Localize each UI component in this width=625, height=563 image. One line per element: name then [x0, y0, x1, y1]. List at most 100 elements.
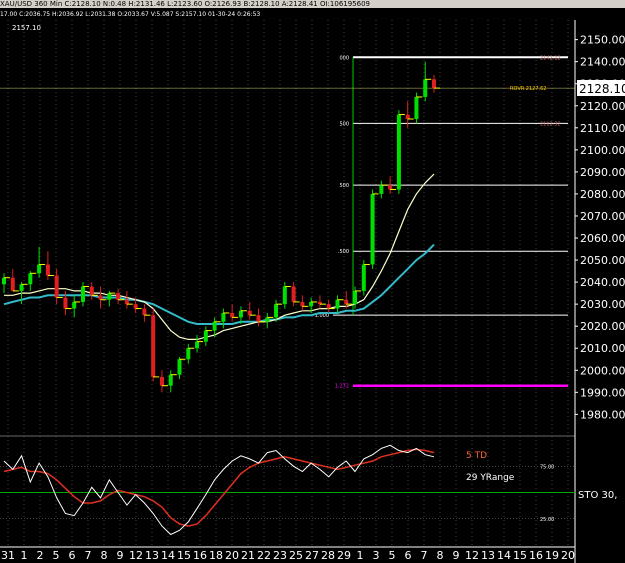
price-tick-label: 2140.00 — [580, 56, 625, 69]
candle-body — [72, 301, 77, 309]
window-subtitle: 17.00 C:2036.75 H:2036.92 L:2031.38 O:20… — [0, 11, 260, 18]
fib-label: .500 — [338, 249, 349, 255]
candle-body — [54, 275, 59, 298]
candle-body — [414, 96, 419, 119]
candle-body — [423, 79, 428, 97]
candle-body — [133, 304, 138, 309]
candle-body — [379, 185, 384, 194]
date-tick-label: 5 — [389, 549, 396, 562]
price-tick-label: 2120.00 — [580, 100, 625, 113]
date-tick-label: 6 — [405, 549, 412, 562]
price-tick-label: 2020.00 — [580, 320, 625, 333]
date-tick-label: 20 — [561, 549, 575, 562]
price-tick-label: 2080.00 — [580, 188, 625, 201]
date-tick-label: 15 — [177, 549, 191, 562]
candle-body — [28, 273, 33, 285]
date-tick-label: 2 — [37, 549, 44, 562]
candle-body — [274, 304, 279, 318]
candle-body — [335, 299, 340, 309]
candle-body — [265, 317, 270, 322]
price-tick-label: 1980.00 — [580, 408, 625, 421]
date-tick-label: 9 — [453, 549, 460, 562]
candle-body — [388, 185, 393, 190]
candle-body — [116, 293, 121, 300]
last-price-label: 2128.10 — [579, 82, 625, 96]
price-tick-label: 2110.00 — [580, 122, 625, 135]
date-tick-label: 8 — [101, 549, 108, 562]
candle-body — [63, 297, 68, 309]
fib-label: 000 — [339, 55, 349, 61]
date-tick-label: 16 — [193, 549, 207, 562]
candle-body — [151, 315, 156, 377]
candle-body — [212, 321, 217, 331]
candle-body — [344, 299, 349, 305]
candle-body — [353, 290, 358, 305]
price-tick-label: 2100.00 — [580, 144, 625, 157]
date-tick-label: 22 — [257, 549, 271, 562]
date-tick-label: 1 — [357, 549, 364, 562]
date-tick-label: 27 — [305, 549, 319, 562]
price-annotation: 2112.32 — [540, 121, 561, 127]
date-tick-label: 14 — [497, 549, 511, 562]
price-tick-label: 2000.00 — [580, 364, 625, 377]
fib-label: 500 — [339, 183, 349, 189]
candle-body — [396, 114, 401, 190]
stoch-indicator-label: STO 30, — [578, 490, 617, 501]
date-tick-label: 18 — [209, 549, 223, 562]
price-tick-label: 2050.00 — [580, 254, 625, 267]
candle-body — [186, 348, 191, 360]
candle-body — [45, 264, 50, 276]
candle-body — [2, 277, 6, 285]
candle-body — [195, 341, 200, 349]
date-tick-label: 5 — [53, 549, 60, 562]
date-tick-label: 13 — [481, 549, 495, 562]
candle-body — [247, 310, 252, 316]
stoch-band-label: 75.00 — [540, 464, 554, 470]
candle-body — [10, 277, 15, 291]
candle-body — [37, 264, 42, 274]
candle-body — [80, 286, 85, 302]
candle-body — [177, 359, 182, 375]
date-tick-label: 15 — [513, 549, 527, 562]
date-tick-label: 9 — [117, 549, 124, 562]
date-tick-label: 1 — [21, 549, 28, 562]
candle-body — [309, 301, 314, 307]
stoch-label-td: 5 TD — [466, 451, 487, 461]
candle-body — [361, 264, 366, 291]
date-tick-label: 7 — [421, 549, 428, 562]
candle-body — [405, 114, 410, 119]
chart-canvas: 000500500.5001.0001.272ROVR 2127.622112.… — [0, 0, 625, 563]
price-tick-label: 2040.00 — [580, 276, 625, 289]
candle-body — [291, 286, 296, 302]
candle-body — [107, 293, 112, 300]
candle-body — [282, 286, 287, 305]
price-tick-label: 2090.00 — [580, 166, 625, 179]
price-tick-label: 2150.00 — [580, 34, 625, 47]
price-tick-label: 2030.00 — [580, 298, 625, 311]
candle-body — [98, 295, 103, 300]
date-tick-label: 21 — [241, 549, 255, 562]
date-tick-label: 14 — [161, 549, 175, 562]
fib-label: 500 — [339, 121, 349, 127]
price-annotation: 2142.12 — [540, 55, 561, 61]
date-tick-label: 16 — [529, 549, 543, 562]
top-price-label: 2157.10 — [12, 24, 41, 32]
date-tick-label: 25 — [289, 549, 303, 562]
date-tick-label: 7 — [85, 549, 92, 562]
candle-body — [300, 301, 305, 307]
candle-body — [19, 284, 24, 291]
candle-body — [432, 79, 436, 89]
price-tick-label: 2010.00 — [580, 342, 625, 355]
date-tick-label: 20 — [225, 549, 239, 562]
stoch-label-yrange: 29 YRange — [466, 473, 515, 483]
window-title: XAU/USD 360 Min C:2128.10 N:0.48 H:2131.… — [0, 0, 370, 8]
date-tick-label: 23 — [273, 549, 287, 562]
candle-body — [89, 286, 94, 296]
date-tick-label: 13 — [145, 549, 159, 562]
date-tick-label: 8 — [437, 549, 444, 562]
date-tick-label: 12 — [465, 549, 479, 562]
candle-body — [124, 299, 129, 305]
candle-body — [370, 193, 375, 265]
fib-label: 1.272 — [335, 384, 349, 390]
candle-body — [168, 374, 173, 386]
